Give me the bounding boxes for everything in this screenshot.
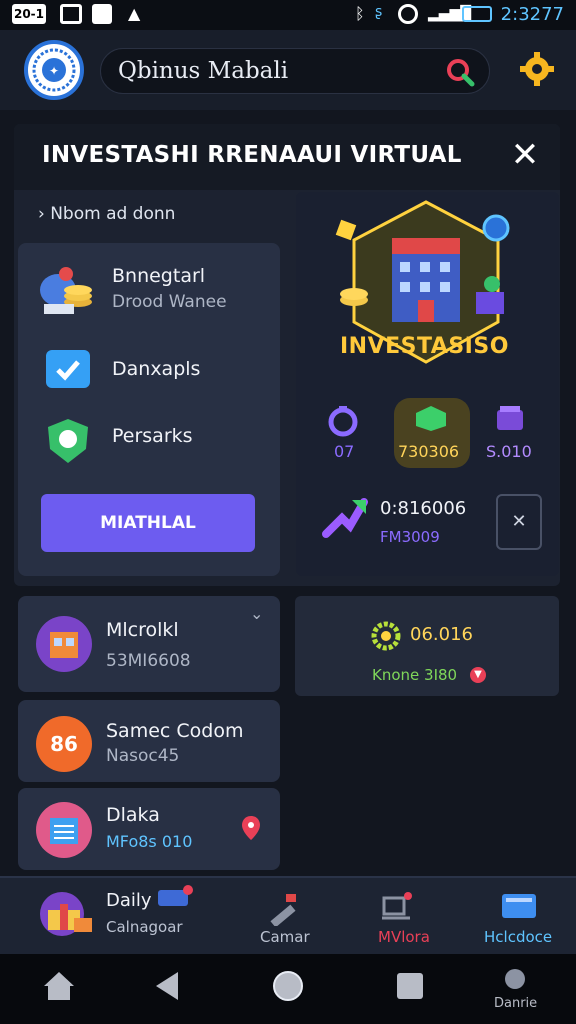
menu-item-title[interactable]: Bnnegtarl <box>112 265 205 287</box>
data-stack-icon <box>36 802 92 858</box>
search-icon[interactable] <box>444 56 476 88</box>
menu-item-title[interactable]: Danxapls <box>112 358 200 380</box>
menu-item-title[interactable]: Persarks <box>112 425 193 447</box>
svg-text:✦: ✦ <box>49 64 59 78</box>
bluetooth-icon: ᛒ <box>355 4 365 23</box>
app-logo[interactable]: ✦ <box>24 40 84 100</box>
home-circle-icon[interactable] <box>270 968 306 1004</box>
shield-check-icon <box>42 415 94 467</box>
menu-item-subtitle: Drood Wanee <box>112 292 227 312</box>
stat-value: 07 <box>334 442 355 461</box>
back-icon[interactable] <box>152 970 182 1002</box>
home-icon[interactable] <box>40 968 78 1004</box>
wallet-icon <box>497 406 523 430</box>
nav-label[interactable]: MVlora <box>378 928 430 946</box>
daily-gift-icon[interactable] <box>34 888 100 944</box>
desk-icon[interactable] <box>380 890 414 924</box>
check-icon <box>46 350 90 388</box>
nav-label[interactable]: Camar <box>260 928 310 946</box>
dashboard-icon[interactable] <box>500 890 540 924</box>
location-pin-icon[interactable] <box>240 814 262 842</box>
logo-emblem-icon: ✦ <box>32 48 76 92</box>
list-item-subtitle: 53MI6608 <box>106 651 191 671</box>
clock: 2:3277 <box>500 4 564 25</box>
daily-title[interactable]: Daily <box>106 890 152 911</box>
reward-sub: FM3009 <box>380 528 440 546</box>
list-item-title: Samec Codom <box>106 720 244 742</box>
hammer-icon[interactable] <box>266 890 302 926</box>
dismiss-button[interactable]: ✕ <box>496 494 542 550</box>
nav-extra-label: Danrie <box>494 996 538 1011</box>
reward-value: 0:816006 <box>380 498 467 519</box>
daily-subtitle: Calnagoar <box>106 918 183 936</box>
cube-icon <box>416 406 446 431</box>
chevron-down-icon[interactable]: ⌄ <box>250 604 263 623</box>
timer-icon <box>328 406 358 437</box>
puzzle-icon[interactable] <box>502 966 528 992</box>
search-input[interactable]: Qbinus Mabali <box>118 58 288 84</box>
promo-title: INVESTASISO <box>340 334 509 359</box>
store-icon <box>36 616 92 672</box>
signal-icon: ▂▄▆█ <box>428 6 472 22</box>
withdraw-button[interactable]: MIATHLAL <box>41 494 255 552</box>
breadcrumb[interactable]: › Nbom ad donn <box>38 204 175 224</box>
sim-badge-icon: 20-1 <box>12 4 46 24</box>
list-item-subtitle: Nasoc45 <box>106 746 180 766</box>
battery-icon <box>462 6 492 22</box>
down-arrow-icon: ▼ <box>470 667 486 683</box>
nav-label[interactable]: Hclcdoce <box>484 928 552 946</box>
coin-gear-icon <box>371 621 401 651</box>
image-icon <box>60 4 82 24</box>
modal-title: INVESTASHI RRENAAUI VIRTUAL <box>42 142 462 168</box>
stat-value: 730306 <box>398 442 460 461</box>
notification-icon <box>92 4 112 24</box>
ticket-icon <box>158 885 193 906</box>
upload-icon: ▲ <box>128 4 141 23</box>
list-item-subtitle: MFo8s 010 <box>106 832 193 851</box>
status-bar: 20-1 ▲ ᛒ ʂ ▂▄▆█ 2:3277 <box>0 0 576 30</box>
recents-icon[interactable] <box>394 970 426 1002</box>
balance-sub: Knone 3I80 <box>372 666 458 684</box>
balance-value: 06.016 <box>410 624 473 645</box>
close-button[interactable]: ✕ <box>508 138 542 172</box>
stat-value: S.010 <box>486 442 532 461</box>
wifi-call-icon: ʂ <box>375 4 383 20</box>
shield-icon <box>398 4 418 24</box>
coins-icon <box>38 262 100 318</box>
reward-arrow-icon <box>322 498 368 538</box>
game-badge-icon: 86 <box>36 716 92 772</box>
list-item-title: Dlaka <box>106 804 160 826</box>
settings-gear-icon[interactable] <box>520 52 554 86</box>
list-item-title: Mlcrolkl <box>106 619 179 641</box>
